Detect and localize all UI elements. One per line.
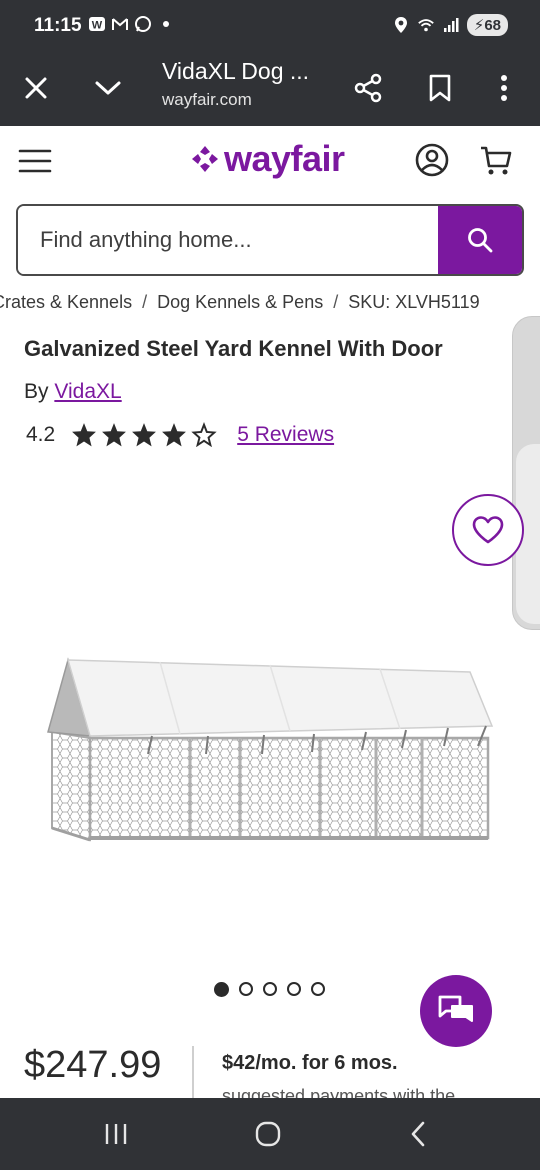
page-url: wayfair.com	[162, 90, 252, 109]
breadcrumb: Crates & Kennels / Dog Kennels & Pens / …	[0, 292, 540, 313]
svg-text:W: W	[92, 20, 103, 32]
wayfair-notification-icon: W	[88, 15, 106, 33]
breadcrumb-separator: /	[333, 292, 339, 312]
share-button[interactable]	[346, 66, 390, 110]
star-empty-icon	[191, 422, 217, 447]
more-options-button[interactable]	[482, 66, 526, 110]
search-button[interactable]	[438, 206, 522, 274]
account-icon	[415, 143, 449, 177]
financing-offer[interactable]: $42/mo. for 6 mos.	[222, 1052, 398, 1075]
reviews-link[interactable]: 5 Reviews	[237, 423, 334, 447]
battery-level: 68	[484, 16, 501, 34]
cart-button[interactable]	[478, 142, 514, 178]
more-vertical-icon	[501, 75, 507, 101]
product-title: Galvanized Steel Yard Kennel With Door	[24, 336, 443, 361]
page-title: VidaXL Dog ...	[162, 58, 310, 84]
location-icon	[392, 16, 410, 34]
home-button[interactable]	[248, 1116, 288, 1152]
dot-icon	[157, 15, 175, 33]
image-carousel-dots	[214, 982, 325, 997]
price-divider	[192, 1046, 194, 1098]
carousel-dot-4[interactable]	[287, 982, 301, 996]
breadcrumb-separator: /	[142, 292, 148, 312]
financing-subtext: suggested payments with the	[222, 1086, 456, 1098]
star-filled-icon	[132, 423, 157, 447]
star-rating	[71, 422, 217, 447]
star-filled-icon	[162, 423, 187, 447]
search-input[interactable]	[18, 206, 438, 274]
account-button[interactable]	[414, 142, 450, 178]
breadcrumb-item-crates-kennels[interactable]: Crates & Kennels	[0, 292, 132, 313]
system-navigation-bar	[0, 1098, 540, 1170]
hamburger-icon	[18, 149, 52, 173]
chevron-down-icon	[95, 81, 121, 95]
share-icon	[354, 73, 382, 103]
whatsapp-icon	[134, 15, 152, 33]
product-image[interactable]	[40, 650, 500, 850]
wayfair-logo-icon	[192, 146, 218, 172]
cart-icon	[481, 146, 512, 175]
browser-toolbar: VidaXL Dog ... wayfair.com	[0, 52, 540, 126]
carousel-dot-2[interactable]	[239, 982, 253, 996]
status-bar: 11:15 W ⚡ 68	[0, 0, 540, 52]
system-icons: ⚡ 68	[392, 14, 508, 36]
bookmark-button[interactable]	[418, 66, 462, 110]
minimize-tab-button[interactable]	[86, 66, 130, 110]
brand-line: By VidaXL	[24, 380, 122, 404]
bookmark-icon	[429, 74, 451, 102]
back-button[interactable]	[398, 1116, 438, 1152]
rating-value: 4.2	[26, 422, 56, 446]
brand-link[interactable]: VidaXL	[54, 380, 121, 403]
heart-icon	[472, 516, 504, 544]
notification-icons: W	[88, 15, 175, 33]
wayfair-logo[interactable]: wayfair	[190, 138, 345, 180]
back-icon	[411, 1121, 425, 1147]
carousel-dot-5[interactable]	[311, 982, 325, 996]
wifi-icon	[417, 16, 435, 34]
product-price: $247.99	[24, 1044, 162, 1086]
by-prefix: By	[24, 380, 49, 403]
recent-apps-button[interactable]	[96, 1116, 136, 1152]
star-filled-icon	[72, 423, 97, 447]
battery-icon: ⚡ 68	[466, 14, 508, 36]
chat-button[interactable]	[420, 975, 492, 1047]
mail-icon	[111, 15, 129, 33]
status-time: 11:15	[34, 15, 82, 36]
close-icon	[25, 77, 47, 99]
menu-button[interactable]	[18, 146, 52, 176]
home-icon	[255, 1121, 281, 1147]
breadcrumb-item-dog-kennels-pens[interactable]: Dog Kennels & Pens	[157, 292, 323, 313]
star-filled-icon	[102, 423, 127, 447]
carousel-dot-3[interactable]	[263, 982, 277, 996]
favorite-button[interactable]	[452, 494, 524, 566]
site-header: wayfair	[0, 126, 540, 196]
logo-text: wayfair	[224, 138, 345, 179]
breadcrumb-item-sku: SKU: XLVH5119	[348, 292, 480, 312]
signal-icon	[442, 16, 460, 34]
search-icon	[468, 228, 493, 253]
recent-apps-icon	[105, 1124, 127, 1144]
chat-icon	[438, 995, 473, 1022]
carousel-dot-1[interactable]	[214, 982, 229, 997]
close-tab-button[interactable]	[14, 66, 58, 110]
page: 11:15 W ⚡ 68 VidaXL Dog ... wayfair.com …	[0, 0, 540, 1170]
rating-row: 4.2 5 Reviews	[26, 422, 334, 447]
search-bar	[16, 204, 524, 276]
